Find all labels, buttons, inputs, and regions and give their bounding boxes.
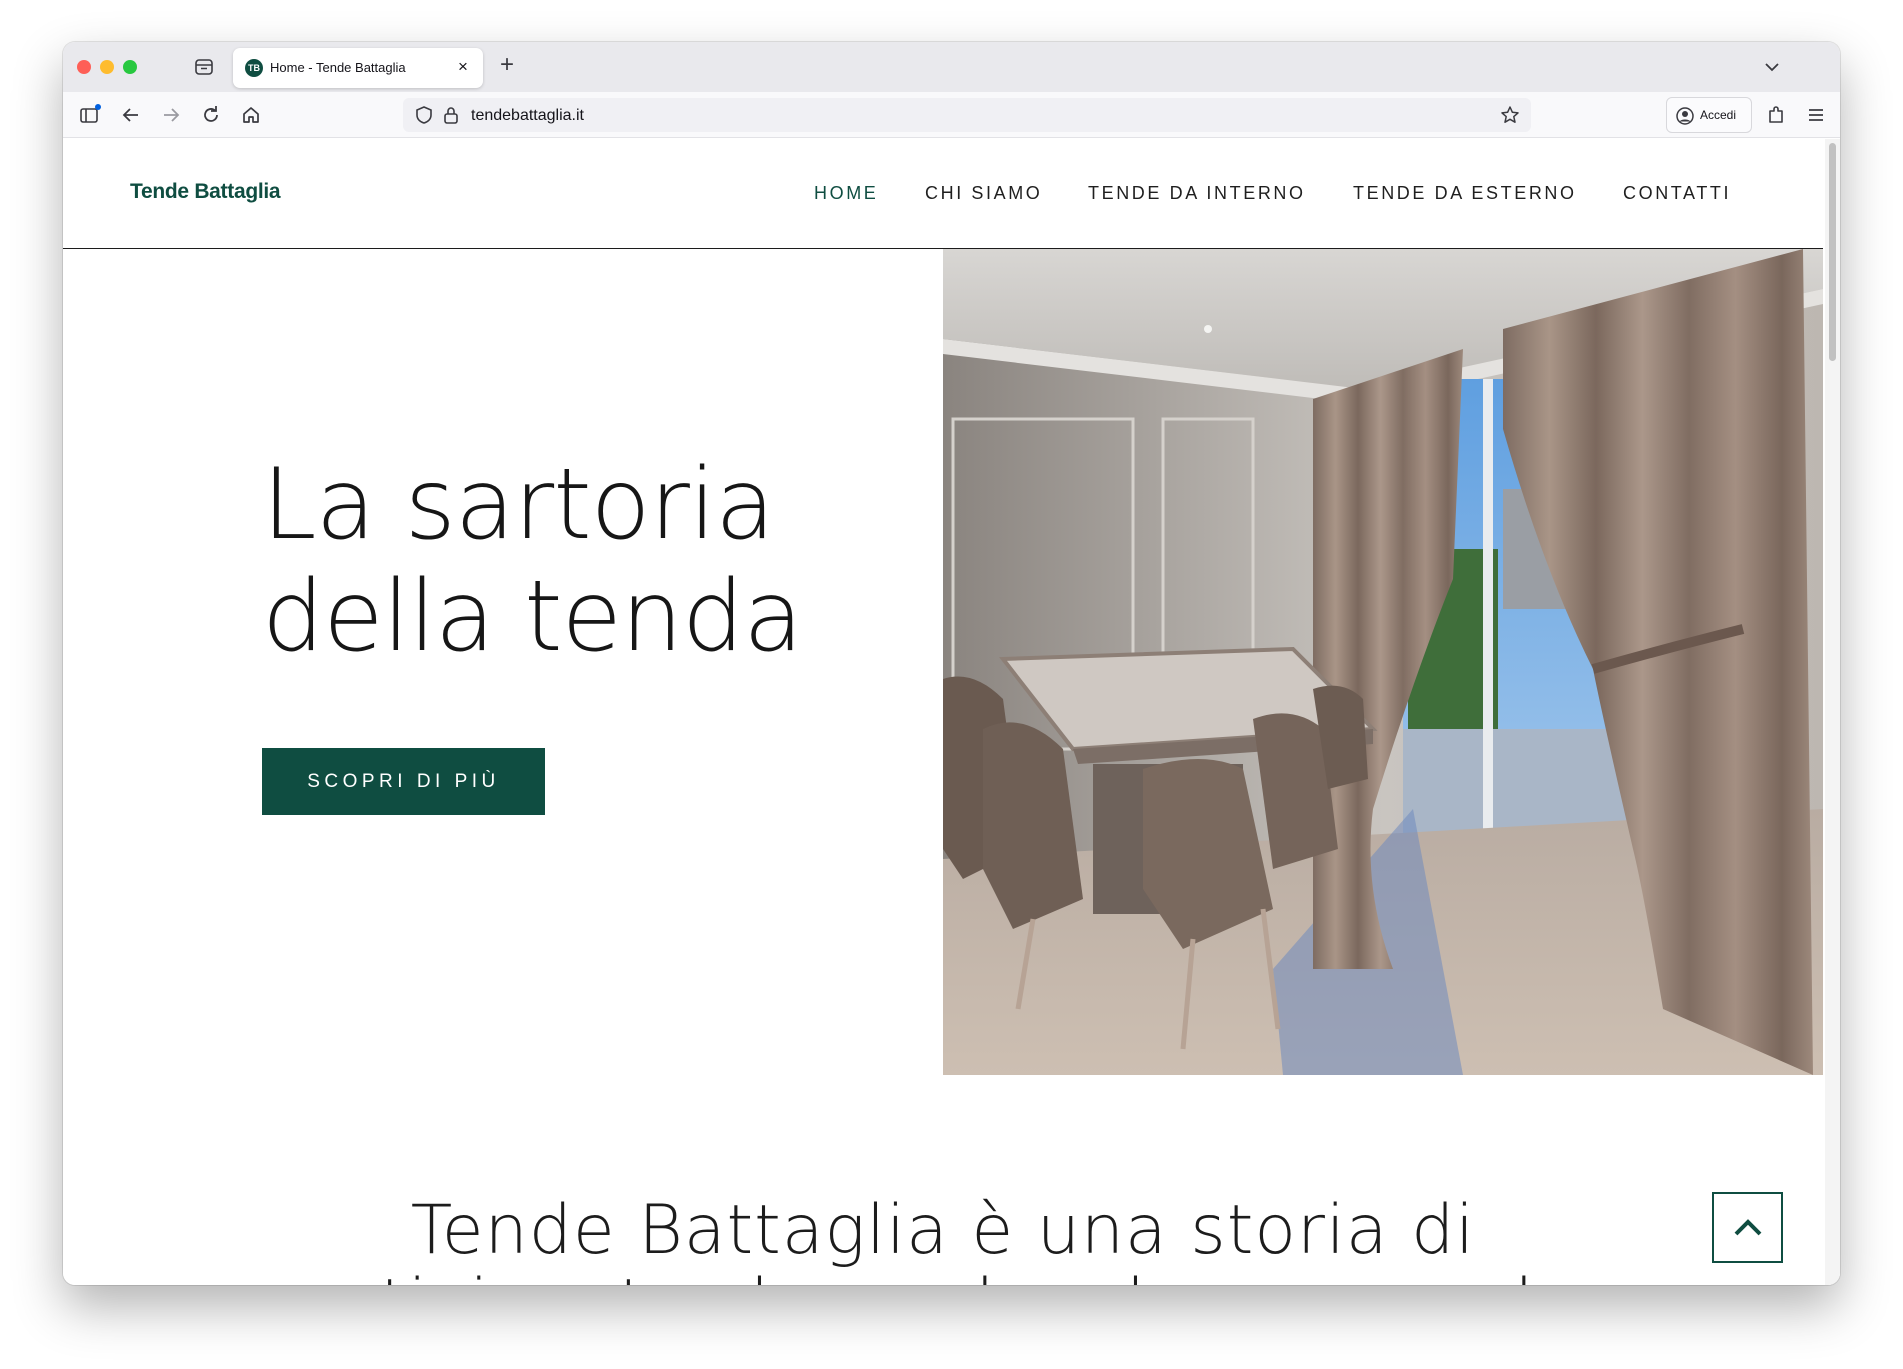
active-tab[interactable]: TB Home - Tende Battaglia × (233, 48, 483, 88)
scrollbar-thumb[interactable] (1829, 143, 1836, 361)
forward-icon[interactable] (158, 102, 184, 128)
home-icon[interactable] (238, 102, 264, 128)
tabs-overview-icon[interactable] (193, 56, 215, 78)
site-logo[interactable]: Tende Battaglia (130, 180, 281, 204)
hero-title: La sartoria della tenda (262, 449, 922, 673)
intro-line-2: artigianato che parla e lavora con le (223, 1268, 1663, 1286)
hero-title-line-1: La sartoria (262, 448, 775, 562)
nav-chi-siamo[interactable]: CHI SIAMO (925, 183, 1042, 204)
tab-list-chevron-icon[interactable] (1760, 55, 1784, 79)
screen: TB Home - Tende Battaglia × + tendebatta… (0, 0, 1903, 1369)
intro-heading: Tende Battaglia è una storia di artigian… (223, 1191, 1663, 1286)
extensions-icon[interactable] (1763, 102, 1789, 128)
tab-favicon: TB (245, 59, 263, 77)
url-bar[interactable]: tendebattaglia.it (403, 98, 1531, 132)
tab-title: Home - Tende Battaglia (270, 60, 406, 75)
shield-icon[interactable] (413, 104, 435, 126)
intro-line-1: Tende Battaglia è una storia di (410, 1191, 1476, 1270)
site-header: Tende Battaglia HOME CHI SIAMO TENDE DA … (63, 139, 1823, 249)
nav-contatti[interactable]: CONTATTI (1623, 183, 1731, 204)
tab-strip: TB Home - Tende Battaglia × + (63, 42, 1840, 92)
browser-window: TB Home - Tende Battaglia × + tendebatta… (63, 42, 1840, 1285)
sidebar-icon[interactable] (77, 102, 103, 128)
hero-image-dining-room-curtains (943, 249, 1823, 1075)
lock-icon[interactable] (441, 104, 461, 126)
new-tab-icon[interactable]: + (495, 53, 519, 77)
minimize-window-button[interactable] (100, 60, 114, 74)
back-to-top-button[interactable] (1712, 1192, 1783, 1263)
hero-title-line-2: della tenda (262, 560, 803, 674)
reload-icon[interactable] (198, 102, 224, 128)
sign-in-button[interactable]: Accedi (1666, 97, 1752, 133)
discover-more-button[interactable]: SCOPRI DI PIÙ (262, 748, 545, 815)
hero-section: La sartoria della tenda SCOPRI DI PIÙ (63, 249, 1823, 1075)
nav-toolbar: tendebattaglia.it Accedi (63, 92, 1840, 138)
hero-text-panel: La sartoria della tenda SCOPRI DI PIÙ (63, 249, 943, 1075)
page-scrollbar[interactable] (1825, 139, 1840, 1285)
chevron-up-icon (1733, 1215, 1763, 1239)
bookmark-star-icon[interactable] (1499, 104, 1521, 126)
close-tab-icon[interactable]: × (453, 57, 473, 77)
nav-home[interactable]: HOME (814, 183, 878, 204)
nav-tende-da-interno[interactable]: TENDE DA INTERNO (1088, 183, 1306, 204)
back-icon[interactable] (118, 102, 144, 128)
url-text[interactable]: tendebattaglia.it (471, 107, 584, 125)
page-viewport: Tende Battaglia HOME CHI SIAMO TENDE DA … (63, 139, 1840, 1285)
account-icon (1675, 106, 1695, 126)
close-window-button[interactable] (77, 60, 91, 74)
sign-in-label: Accedi (1700, 108, 1737, 122)
zoom-window-button[interactable] (123, 60, 137, 74)
nav-tende-da-esterno[interactable]: TENDE DA ESTERNO (1353, 183, 1577, 204)
menu-icon[interactable] (1803, 102, 1829, 128)
